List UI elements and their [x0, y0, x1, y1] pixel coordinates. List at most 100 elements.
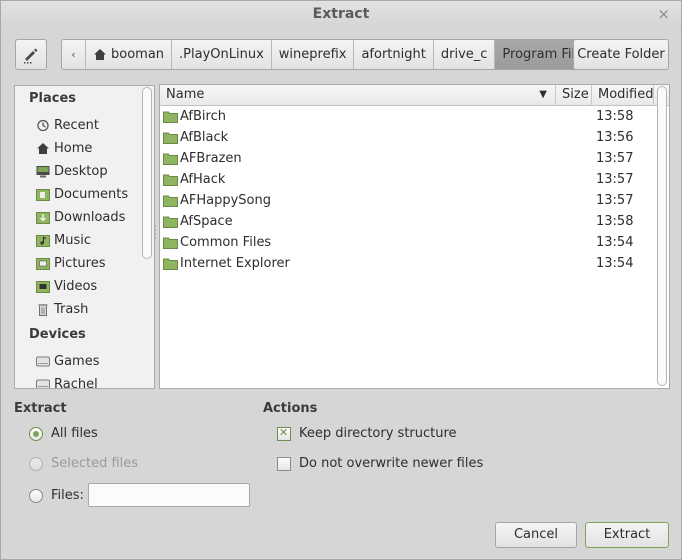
devices-heading: Devices: [29, 327, 86, 342]
sidebar-item-label: Documents: [54, 186, 129, 202]
file-modified: 13:58: [596, 109, 634, 124]
places-sidebar: Places Recent Home Desktop Documents Dow…: [14, 85, 155, 389]
file-name: AFHappySong: [180, 193, 272, 208]
table-row[interactable]: Common Files 13:54: [160, 232, 654, 253]
file-name: AfHack: [180, 172, 226, 187]
file-modified: 13:54: [596, 256, 634, 271]
files-option[interactable]: Files:: [29, 488, 84, 503]
keep-structure-label: Keep directory structure: [299, 426, 457, 441]
no-overwrite-label: Do not overwrite newer files: [299, 456, 484, 471]
files-pattern-input[interactable]: [88, 483, 250, 507]
sidebar-item-label: Home: [54, 140, 93, 156]
home-icon: [37, 142, 49, 154]
breadcrumb-label: booman: [111, 47, 165, 62]
breadcrumb: ‹ booman .PlayOnLinux wineprefix afortni…: [61, 39, 598, 70]
column-header-name[interactable]: Name ▼: [160, 85, 556, 106]
sidebar-item-downloads[interactable]: Downloads: [36, 207, 125, 227]
file-modified: 13:56: [596, 130, 634, 145]
sidebar-item-games[interactable]: Games: [36, 351, 99, 371]
file-name: Common Files: [180, 235, 272, 250]
table-row[interactable]: AfHack 13:57: [160, 169, 654, 190]
sidebar-item-label: Recent: [54, 117, 99, 133]
file-name: AfBirch: [180, 109, 226, 124]
edit-location-button[interactable]: [15, 39, 47, 70]
keep-structure-option[interactable]: Keep directory structure: [277, 426, 457, 441]
sidebar-item-label: Videos: [54, 278, 98, 294]
close-icon[interactable]: ×: [657, 5, 670, 23]
pencil-icon: [24, 48, 38, 64]
breadcrumb-item-booman[interactable]: booman: [86, 40, 173, 69]
file-modified: 13:57: [596, 193, 634, 208]
folder-icon: [163, 111, 178, 123]
folder-icon: [163, 174, 178, 186]
sidebar-item-music[interactable]: Music: [36, 230, 91, 250]
sidebar-scrollbar[interactable]: [142, 87, 152, 259]
window-title: Extract: [312, 6, 370, 22]
breadcrumb-item-drive-c[interactable]: drive_c: [434, 40, 496, 69]
sidebar-item-rachel[interactable]: Rachel: [36, 374, 98, 389]
file-name: AfBlack: [180, 130, 229, 145]
column-header-modified[interactable]: Modified: [592, 85, 654, 106]
table-row[interactable]: AfBirch 13:58: [160, 106, 654, 127]
sidebar-item-label: Rachel: [54, 376, 98, 389]
table-row[interactable]: AFBrazen 13:57: [160, 148, 654, 169]
downloads-icon: [36, 211, 50, 224]
table-row[interactable]: AfSpace 13:58: [160, 211, 654, 232]
pane-splitter-handle[interactable]: · · · ·: [154, 223, 157, 244]
no-overwrite-checkbox[interactable]: [277, 456, 291, 471]
selected-files-label: Selected files: [51, 456, 139, 471]
sidebar-item-label: Music: [54, 232, 91, 248]
file-name: AFBrazen: [180, 151, 242, 166]
drive-icon: [36, 356, 50, 366]
files-radio[interactable]: [29, 488, 43, 503]
title-bar[interactable]: Extract ×: [1, 1, 681, 28]
sidebar-item-recent[interactable]: Recent: [36, 115, 99, 135]
column-header-size[interactable]: Size: [556, 85, 592, 106]
breadcrumb-item-afortnight[interactable]: afortnight: [354, 40, 434, 69]
extract-group-title: Extract: [14, 401, 67, 416]
selected-files-option: Selected files: [29, 456, 138, 471]
actions-group-title: Actions: [263, 401, 318, 416]
table-row[interactable]: AFHappySong 13:57: [160, 190, 654, 211]
videos-icon: [36, 280, 50, 293]
file-modified: 13:54: [596, 235, 634, 250]
cancel-button[interactable]: Cancel: [495, 522, 577, 548]
recent-icon: [37, 119, 49, 131]
places-heading: Places: [29, 91, 77, 106]
table-row[interactable]: AfBlack 13:56: [160, 127, 654, 148]
sidebar-item-trash[interactable]: Trash: [36, 299, 88, 319]
keep-structure-checkbox[interactable]: [277, 426, 291, 441]
chevron-left-icon: ‹: [71, 48, 76, 61]
all-files-option[interactable]: All files: [29, 426, 98, 441]
column-header-label: Name: [166, 87, 205, 102]
all-files-label: All files: [51, 426, 98, 441]
pictures-icon: [36, 257, 50, 270]
all-files-radio[interactable]: [29, 426, 43, 441]
folder-icon: [163, 216, 178, 228]
file-list: Name ▼ Size Modified AfBirch 13:58 AfBla…: [159, 84, 670, 389]
file-list-scrollbar[interactable]: [657, 86, 667, 386]
sidebar-item-home[interactable]: Home: [36, 138, 92, 158]
sort-down-icon: ▼: [539, 89, 547, 100]
no-overwrite-option[interactable]: Do not overwrite newer files: [277, 456, 483, 471]
files-label: Files:: [51, 488, 84, 503]
breadcrumb-item-playonlinux[interactable]: .PlayOnLinux: [172, 40, 272, 69]
breadcrumb-item-wineprefix[interactable]: wineprefix: [272, 40, 355, 69]
desktop-icon: [36, 165, 50, 177]
music-icon: [36, 234, 50, 247]
sidebar-item-label: Trash: [54, 301, 89, 317]
extract-dialog: Extract × ‹ booman .PlayOnLinux winepref…: [0, 0, 682, 560]
sidebar-item-documents[interactable]: Documents: [36, 184, 128, 204]
breadcrumb-back-button[interactable]: ‹: [62, 40, 86, 69]
file-modified: 13:57: [596, 151, 634, 166]
sidebar-item-pictures[interactable]: Pictures: [36, 253, 105, 273]
drive-icon: [36, 379, 50, 388]
folder-icon: [163, 258, 178, 270]
table-row[interactable]: Internet Explorer 13:54: [160, 253, 654, 274]
file-modified: 13:57: [596, 172, 634, 187]
file-name: AfSpace: [180, 214, 233, 229]
create-folder-button[interactable]: Create Folder: [573, 39, 669, 70]
sidebar-item-desktop[interactable]: Desktop: [36, 161, 108, 181]
extract-button[interactable]: Extract: [585, 522, 669, 548]
sidebar-item-videos[interactable]: Videos: [36, 276, 97, 296]
